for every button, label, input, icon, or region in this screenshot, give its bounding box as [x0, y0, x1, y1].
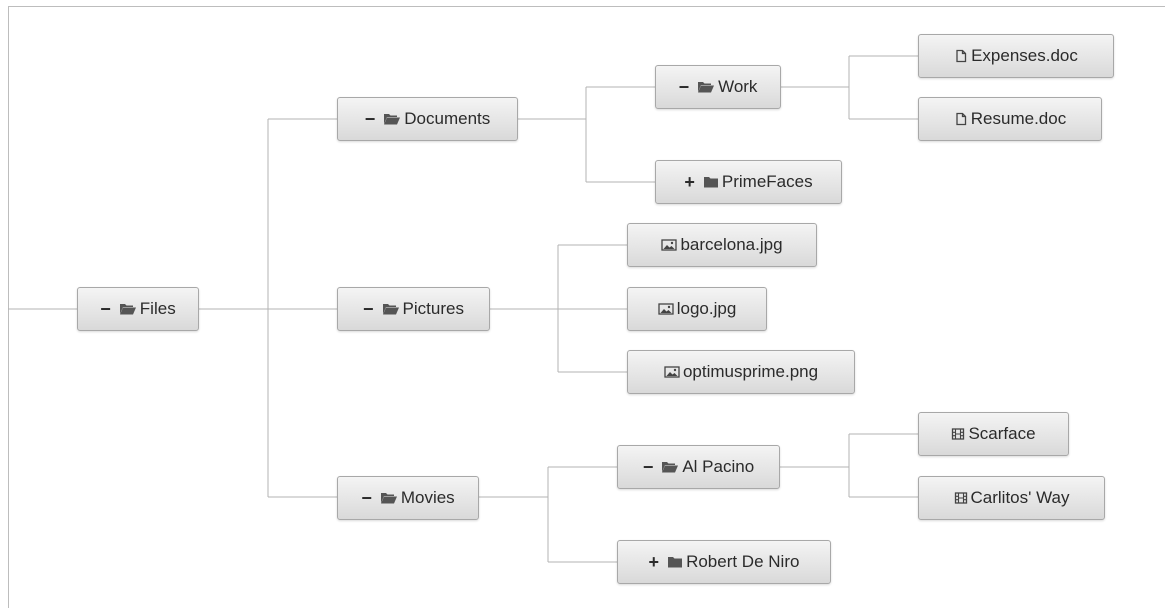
document-icon [954, 49, 968, 63]
tree-node-pictures[interactable]: − Pictures [337, 287, 490, 331]
tree-node-optimusprime-png[interactable]: optimusprime.png [627, 350, 855, 394]
tree-node-label: Carlitos' Way [970, 488, 1070, 507]
folder-open-icon [382, 302, 400, 316]
document-icon [954, 112, 968, 126]
collapse-toggle[interactable]: − [365, 109, 376, 130]
tree-node-label: Documents [404, 109, 491, 128]
tree-node-al-pacino[interactable]: − Al Pacino [617, 445, 780, 489]
film-icon [954, 491, 968, 505]
tree-node-scarface[interactable]: Scarface [918, 412, 1069, 456]
tree-node-label: Resume.doc [970, 109, 1067, 128]
collapse-toggle[interactable]: − [643, 457, 654, 478]
tree-node-label: Robert De Niro [686, 552, 800, 571]
folder-closed-icon [703, 175, 719, 189]
tree-node-label: Files [139, 299, 176, 318]
tree-node-resume-doc[interactable]: Resume.doc [918, 97, 1102, 141]
folder-closed-icon [667, 555, 683, 569]
folder-open-icon [383, 112, 401, 126]
folder-open-icon [119, 302, 137, 316]
tree-node-work[interactable]: − Work [655, 65, 781, 109]
tree-node-label: optimusprime.png [682, 362, 819, 381]
tree-node-label: Al Pacino [682, 457, 755, 476]
image-icon [661, 238, 678, 252]
expand-toggle[interactable]: + [649, 552, 660, 573]
tree-node-label: Work [718, 77, 758, 96]
tree-node-primefaces[interactable]: + PrimeFaces [655, 160, 842, 204]
film-icon [951, 427, 965, 441]
tree-node-documents[interactable]: − Documents [337, 97, 518, 141]
collapse-toggle[interactable]: − [679, 77, 690, 98]
tree-node-label: Movies [400, 488, 455, 507]
tree-node-label: Scarface [968, 424, 1036, 443]
tree-node-logo-jpg[interactable]: logo.jpg [627, 287, 767, 331]
tree-node-files[interactable]: − Files [77, 287, 199, 331]
image-icon [664, 365, 680, 379]
collapse-toggle[interactable]: − [100, 299, 111, 320]
tree-node-carlitos-way[interactable]: Carlitos' Way [918, 476, 1105, 520]
tree-node-barcelona-jpg[interactable]: barcelona.jpg [627, 223, 817, 267]
tree-node-label: logo.jpg [676, 299, 737, 318]
folder-open-icon [661, 460, 679, 474]
tree-node-label: PrimeFaces [721, 172, 813, 191]
tree-node-label: Pictures [402, 299, 464, 318]
folder-open-icon [697, 80, 715, 94]
tree-node-movies[interactable]: − Movies [337, 476, 479, 520]
folder-open-icon [380, 491, 398, 505]
tree-node-expenses-doc[interactable]: Expenses.doc [918, 34, 1114, 78]
collapse-toggle[interactable]: − [363, 299, 374, 320]
expand-toggle[interactable]: + [684, 172, 695, 193]
collapse-toggle[interactable]: − [361, 488, 372, 509]
tree-node-label: barcelona.jpg [680, 235, 783, 254]
tree-node-robert-de-niro[interactable]: + Robert De Niro [617, 540, 831, 584]
tree-node-label: Expenses.doc [971, 46, 1078, 65]
image-icon [658, 302, 674, 316]
